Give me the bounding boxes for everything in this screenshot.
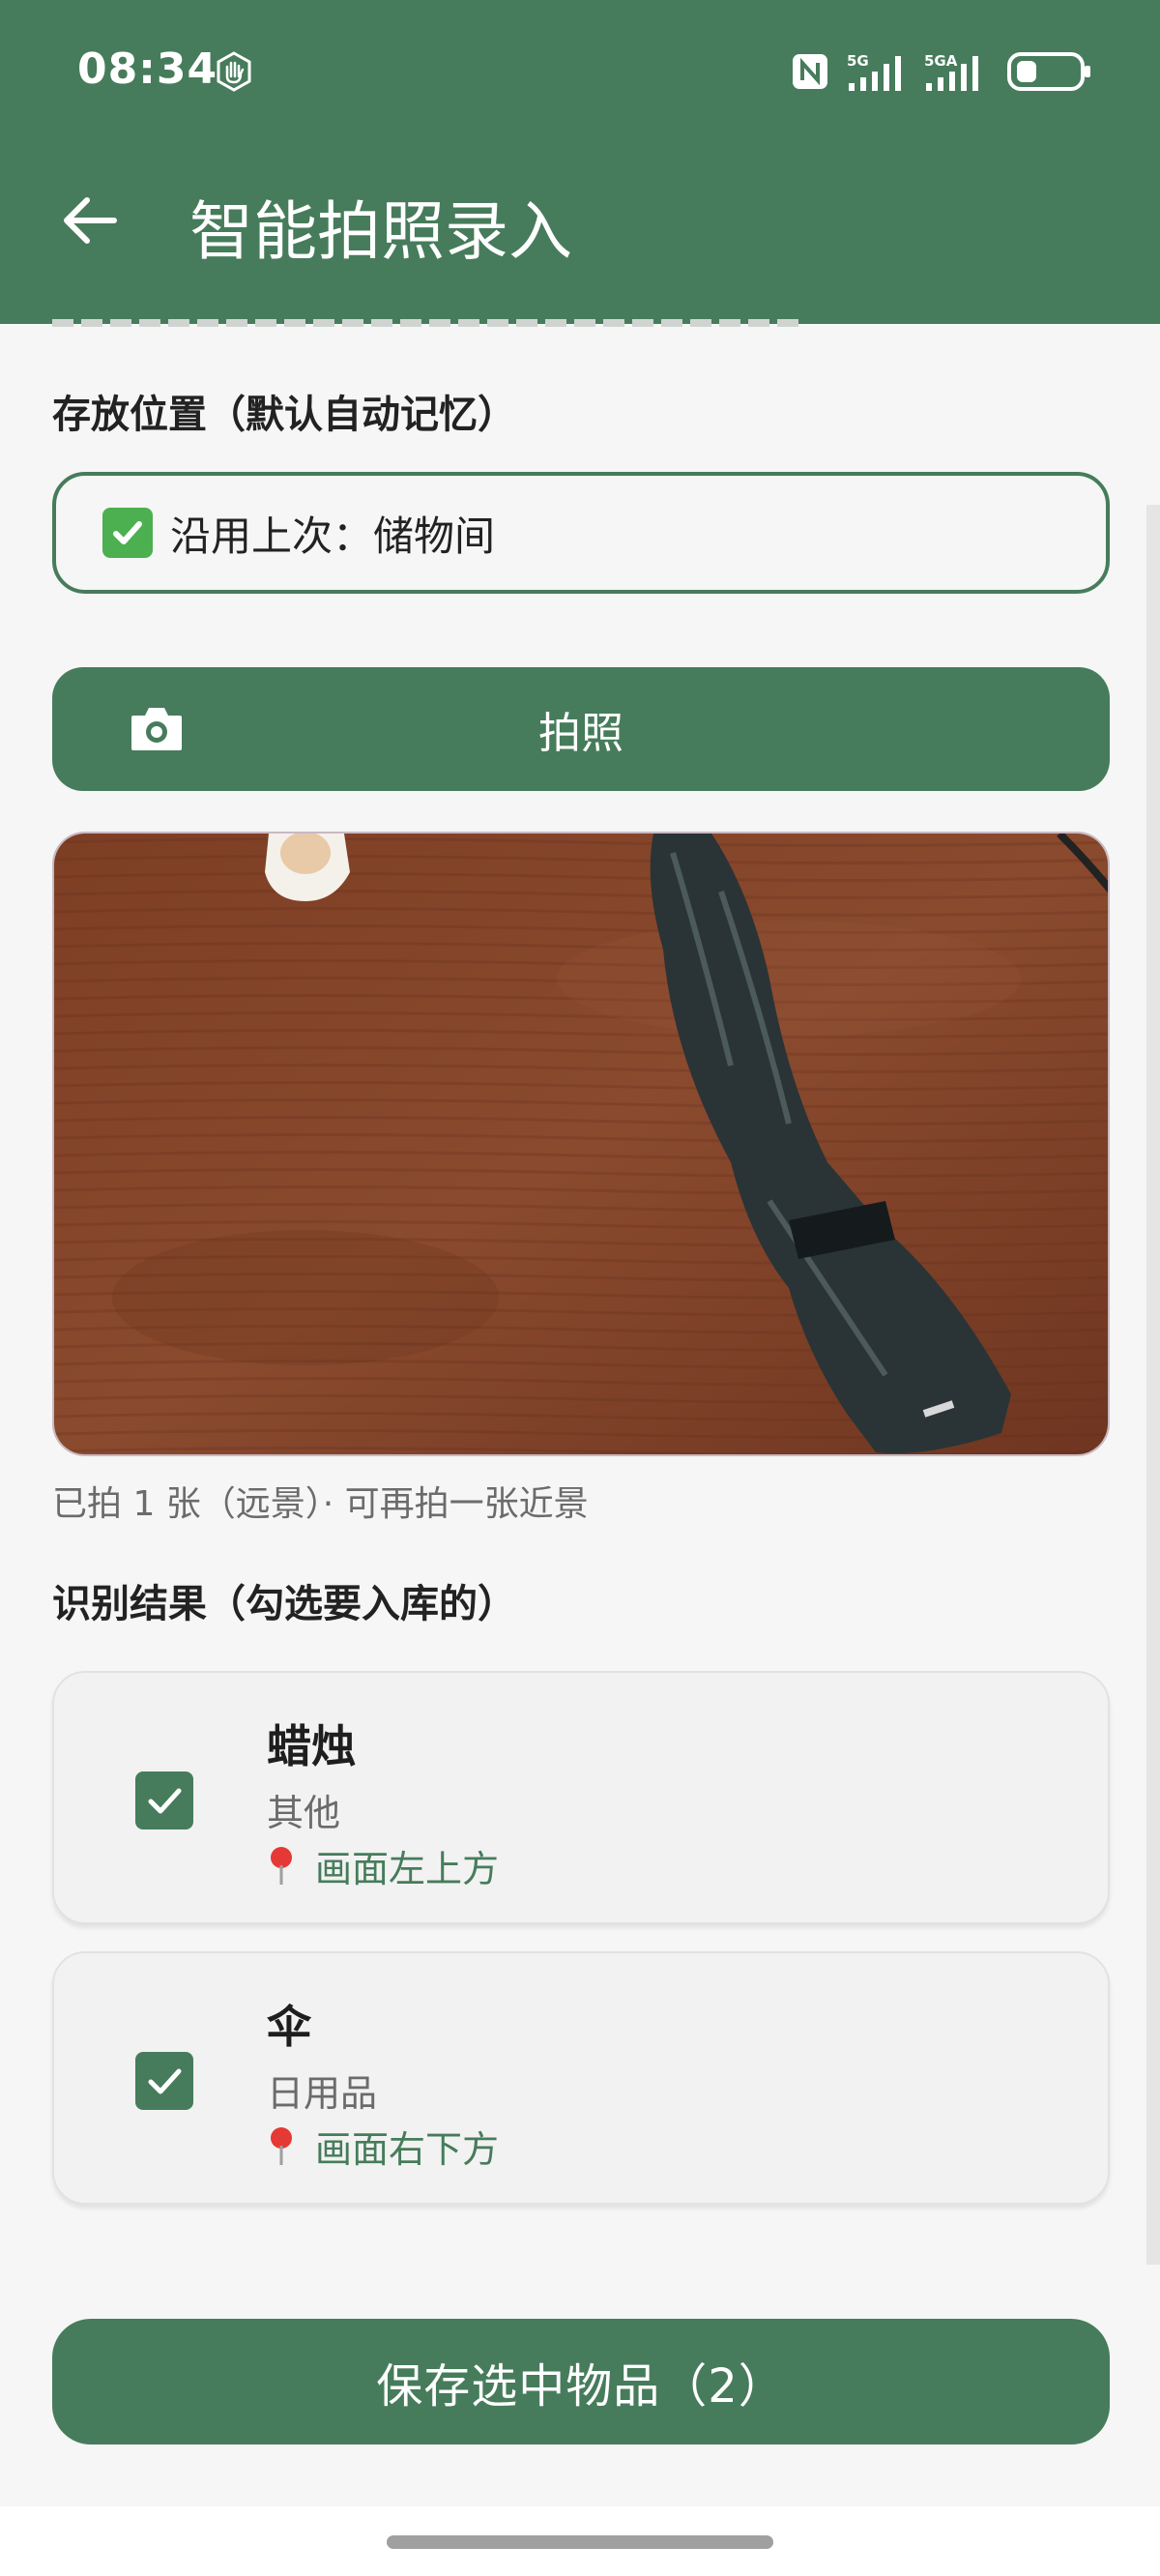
photo-scene — [54, 834, 1108, 1454]
checkmark-icon — [148, 1788, 182, 1814]
checkmark-icon — [148, 2068, 182, 2094]
location-field[interactable]: 沿用上次：储物间 — [52, 472, 1110, 594]
result-item-card[interactable]: 蜡烛 其他 画面左上方 — [52, 1671, 1110, 1924]
photo-caption: 已拍 1 张（远景）· 可再拍一张近景 — [52, 1484, 589, 1524]
signal-5g-label: 5G — [847, 52, 869, 70]
battery-icon — [1007, 52, 1090, 91]
hand-shield-icon — [217, 51, 251, 92]
back-arrow-icon[interactable] — [58, 189, 122, 252]
item-position: 画面右下方 — [267, 2120, 499, 2173]
signal-5ga-icon: 5GA — [924, 52, 978, 91]
item-checkbox[interactable] — [135, 1771, 193, 1830]
status-bar: 08:34 5G 5GA — [0, 0, 1160, 145]
take-photo-label: 拍照 — [538, 709, 624, 758]
result-item-card[interactable]: 伞 日用品 画面右下方 — [52, 1951, 1110, 2205]
status-icons: 5G 5GA — [791, 50, 1090, 93]
home-indicator[interactable] — [387, 2535, 773, 2549]
item-position-text: 画面右下方 — [315, 2128, 500, 2171]
item-name: 蜡烛 — [267, 1720, 356, 1772]
item-position-text: 画面左上方 — [315, 1848, 500, 1890]
check-mark-icon — [102, 508, 153, 558]
item-checkbox[interactable] — [135, 2052, 193, 2110]
status-time: 08:34 — [77, 44, 218, 94]
page-title: 智能拍照录入 — [189, 194, 572, 269]
item-position: 画面左上方 — [267, 1839, 499, 1892]
location-value: 沿用上次：储物间 — [170, 512, 496, 560]
nfc-icon — [793, 54, 827, 89]
app-bar: 08:34 5G 5GA 智能拍照录入 — [0, 0, 1160, 324]
captured-photo — [52, 832, 1110, 1456]
location-pin-icon — [271, 2126, 292, 2165]
take-photo-button[interactable]: 拍照 — [52, 667, 1110, 791]
item-category: 日用品 — [267, 2072, 378, 2115]
item-category: 其他 — [267, 1792, 341, 1834]
scrollbar[interactable] — [1146, 505, 1160, 2265]
results-section-label: 识别结果（勾选要入库的） — [52, 1582, 516, 1626]
camera-icon — [131, 708, 182, 750]
item-name: 伞 — [267, 2001, 311, 2053]
signal-5ga-label: 5GA — [924, 52, 958, 70]
location-pin-icon — [271, 1846, 292, 1885]
location-section-label: 存放位置（默认自动记忆） — [52, 393, 516, 437]
signal-5g-icon: 5G — [847, 52, 901, 91]
cutoff-text-remnant — [52, 307, 806, 327]
save-selected-button[interactable]: 保存选中物品（2） — [52, 2319, 1110, 2444]
